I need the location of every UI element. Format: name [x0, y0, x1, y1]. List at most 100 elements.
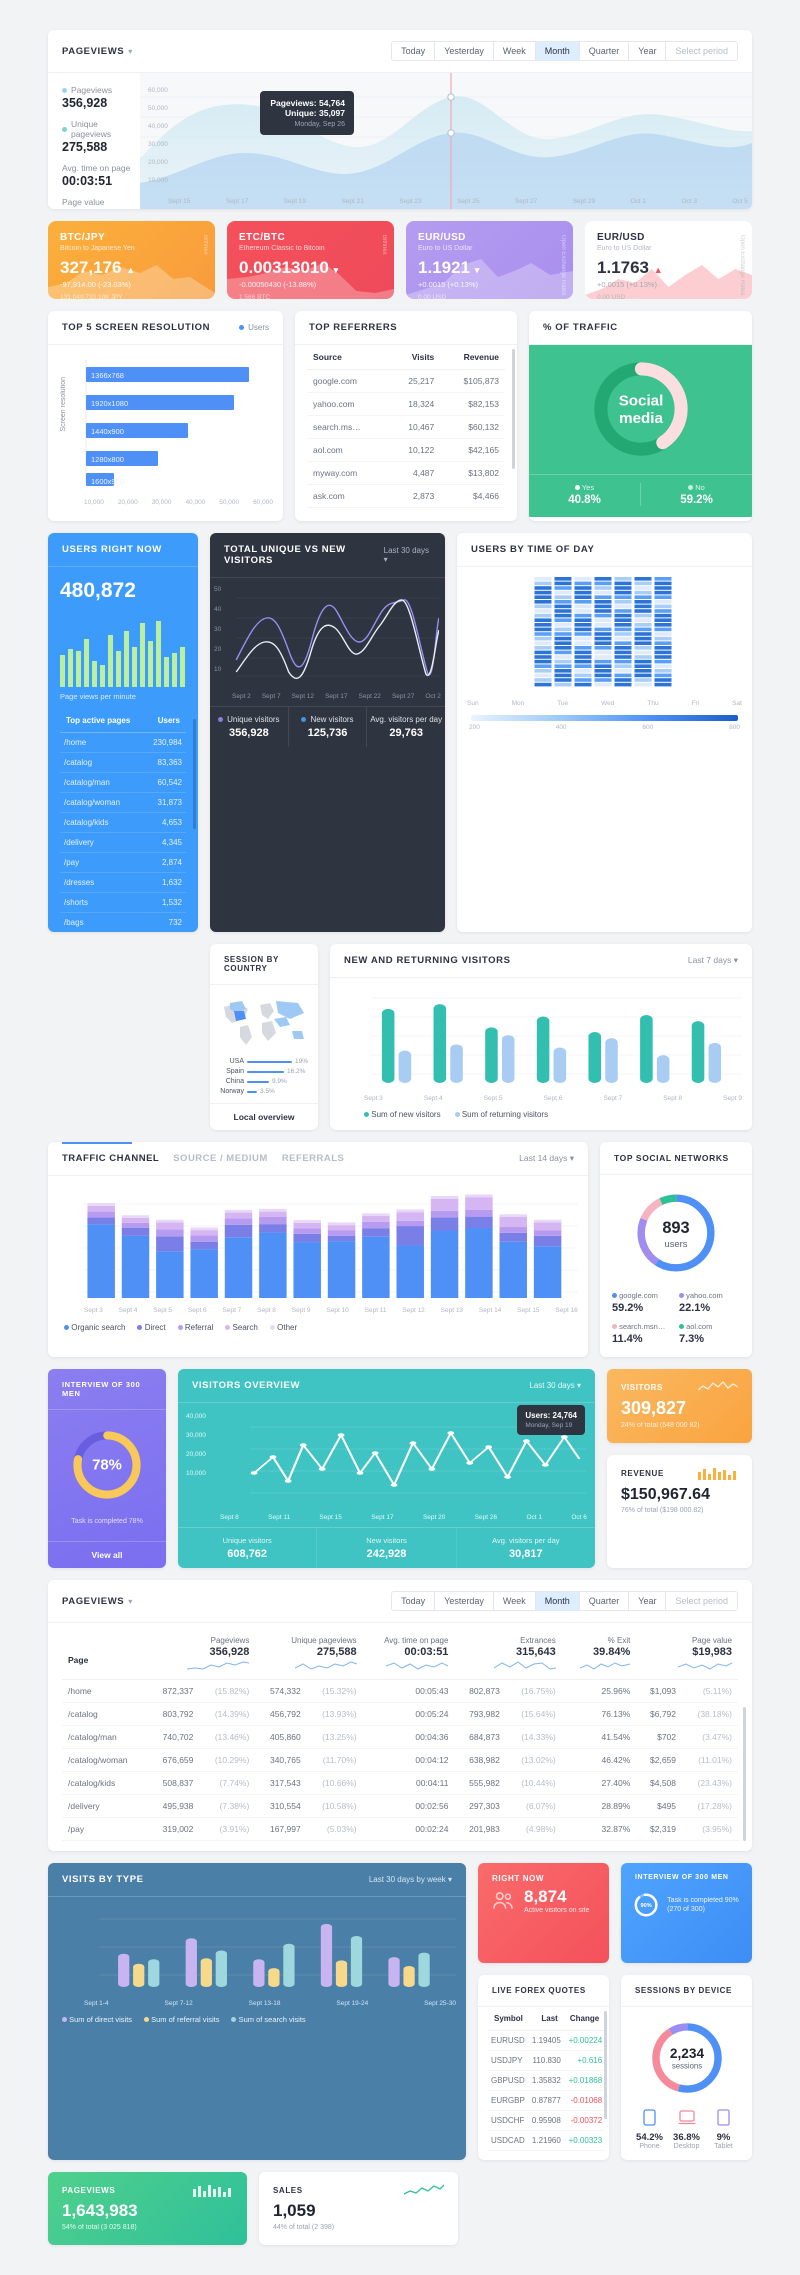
users-icon	[493, 1891, 513, 1909]
visitors-x-axis: Sept 8 Sept 11 Sept 15 Sept 17 Sept 20 S…	[220, 1514, 587, 1521]
range-today[interactable]: Today	[392, 1592, 436, 1610]
forex-sub: Euro to US Dollar	[418, 245, 473, 252]
pv-range-selector[interactable]: Today Yesterday Week Month Quarter Year …	[391, 1591, 738, 1611]
range-quarter[interactable]: Quarter	[579, 1592, 630, 1610]
range-week[interactable]: Week	[493, 42, 536, 60]
hero-y-axis: 60,000 50,000 40,000 30,000 20,000 10,00…	[148, 87, 168, 184]
table-row[interactable]: USDJPY 110.830 +0.616	[488, 2050, 606, 2071]
range-dropdown[interactable]: Last 7 days ▾	[688, 955, 738, 966]
forex-card-btc-jpy[interactable]: BTC/JPY Bitcoin to Japanese Yen 327,176 …	[48, 221, 215, 299]
legend-no: No 59.2%	[680, 483, 713, 506]
svg-text:1600x900: 1600x900	[91, 477, 124, 486]
forex-card-etc-btc[interactable]: ETC/BTC Ethereum Classic to Bitcoin 0.00…	[227, 221, 394, 299]
scrollbar-thumb[interactable]	[193, 719, 196, 829]
active-pages-wrap[interactable]: Top active pages Users /home 230,984 /cat…	[48, 701, 198, 932]
list-item[interactable]: /pay 2,874	[60, 852, 186, 873]
range-today[interactable]: Today	[392, 42, 436, 60]
live-forex-card: LIVE FOREX QUOTES Symbol Last Change EUR…	[478, 1975, 609, 2160]
users-now-sparkbars	[60, 621, 185, 687]
list-item[interactable]: /catalog 83,363	[60, 752, 186, 773]
svg-text:media: media	[619, 410, 663, 427]
hero-area-chart[interactable]: 60,000 50,000 40,000 30,000 20,000 10,00…	[140, 73, 752, 209]
world-map-wrap: USA 19% Spain 16.2% China 9.9% Norway 3.…	[210, 985, 318, 1103]
table-row[interactable]: GBPUSD 1.35832 +0.01868	[488, 2070, 606, 2091]
forex-table-wrap[interactable]: Symbol Last Change EURUSD 1.19405 +0.00224…	[478, 2007, 609, 2151]
local-overview-link[interactable]: Local overview	[210, 1103, 318, 1130]
list-item[interactable]: /catalog/woman 31,873	[60, 792, 186, 813]
table-row[interactable]: google.com 25,217 $105,873	[307, 369, 505, 393]
select-period-input[interactable]: Select period	[666, 42, 737, 60]
table-row[interactable]: yahoo.com 18,324 $82,153	[307, 392, 505, 416]
table-row[interactable]: ask.com 2,873 $4,466	[307, 484, 505, 508]
svg-text:1280x800: 1280x800	[91, 455, 124, 464]
tab-source-medium[interactable]: SOURCE / MEDIUM	[173, 1153, 268, 1164]
list-item[interactable]: /delivery 4,345	[60, 832, 186, 853]
kpi-caption: 44% of total (2 398)	[273, 2224, 335, 2231]
range-dropdown[interactable]: Last 14 days ▾	[519, 1153, 574, 1164]
screen-resolution-card: TOP 5 SCREEN RESOLUTION Users Screen res…	[48, 311, 283, 521]
table-row[interactable]: /catalog/kids 508,837 (7.74%) 317,543 (10.66…	[62, 1771, 738, 1795]
table-row[interactable]: myway.com 4,487 $13,802	[307, 461, 505, 485]
country-row: Norway 3.5%	[220, 1088, 275, 1095]
table-row[interactable]: search.ms… 10,467 $60,132	[307, 415, 505, 439]
table-row[interactable]: /delivery 495,938 (7.38%) 310,554 (10.58%) 00…	[62, 1794, 738, 1818]
scrollbar-thumb[interactable]	[604, 2011, 607, 2119]
range-dropdown[interactable]: Last 30 days ▾	[529, 1381, 581, 1390]
list-item[interactable]: /shorts 1,532	[60, 892, 186, 913]
list-item[interactable]: /catalog/kids 4,653	[60, 812, 186, 833]
range-yesterday[interactable]: Yesterday	[435, 1592, 494, 1610]
range-dropdown[interactable]: Last 30 days ▾	[384, 546, 431, 564]
table-row[interactable]: USDCAD 1.21960 +0.00323	[488, 2130, 606, 2151]
legend-dot-icon	[218, 717, 224, 722]
list-item[interactable]: /dresses 1,632	[60, 872, 186, 893]
stat-avg-time: Avg. time on page 00:03:51	[62, 163, 131, 188]
scrollbar-thumb[interactable]	[512, 349, 515, 469]
range-year[interactable]: Year	[629, 42, 667, 60]
range-month[interactable]: Month	[535, 42, 580, 60]
hero-range-selector[interactable]: Today Yesterday Week Month Quarter Year …	[391, 41, 738, 61]
page-title: PAGEVIEWS	[62, 45, 125, 57]
table-row[interactable]: /home 872,337 (15.82%) 574,332 (15.32%) 00:05…	[62, 1679, 738, 1703]
legend-dot-icon	[269, 1325, 275, 1330]
select-period-input[interactable]: Select period	[666, 1592, 737, 1610]
table-row[interactable]: /catalog/woman 676,659 (10.29%) 340,765 (11.…	[62, 1748, 738, 1772]
forex-card-eur-usd-purple[interactable]: EUR/USD Euro to US Dollar 1.1921 ▾ +0.00…	[406, 221, 573, 299]
view-all-button[interactable]: View all	[48, 1541, 166, 1568]
list-item[interactable]: /home 230,984	[60, 732, 186, 753]
tab-referrals[interactable]: REFERRALS	[282, 1153, 345, 1164]
range-year[interactable]: Year	[629, 1592, 667, 1610]
tab-traffic-channel[interactable]: TRAFFIC CHANNEL	[62, 1153, 159, 1164]
forex-card-eur-usd-light[interactable]: EUR/USD Euro to US Dollar 1.1763 ▲ +0.00…	[585, 221, 752, 299]
table-row[interactable]: /pay 319,002 (3.91%) 167,997 (5.03%) 00:02:24…	[62, 1817, 738, 1841]
table-header-row: Page Pageviews 356,928 Unique pageviews 27…	[62, 1629, 738, 1680]
list-item[interactable]: /bags 732	[60, 913, 186, 933]
table-row[interactable]: /catalog/man 740,702 (13.46%) 405,860 (13.25…	[62, 1725, 738, 1749]
range-dropdown[interactable]: Last 30 days by week ▾	[369, 1875, 452, 1884]
scrollbar-thumb[interactable]	[743, 1707, 746, 1841]
svg-text:1440x900: 1440x900	[91, 427, 124, 436]
legend-dot-icon	[574, 485, 580, 490]
hero-title-group[interactable]: PAGEVIEWS ▾	[62, 46, 132, 57]
sales-kpi-body: 1,059 44% of total (2 398)	[259, 2199, 458, 2245]
list-item[interactable]: /catalog/man 60,542	[60, 772, 186, 793]
hero-legend: Pageviews 356,928 Unique pageviews 275,5…	[48, 73, 140, 209]
visits-legend: Sum of direct visits Sum of referral vis…	[58, 2007, 456, 2034]
table-row[interactable]: USDCHF 0.95908 -0.00372	[488, 2110, 606, 2131]
kpi-caption: 24% of total (548 000 82)	[621, 1422, 700, 1429]
referrers-table-wrap[interactable]: Source Visits Revenue google.com 25,217 $1…	[295, 345, 517, 508]
pv-title-group[interactable]: PAGEVIEWS ▾	[62, 1596, 132, 1607]
range-yesterday[interactable]: Yesterday	[435, 42, 494, 60]
visits-x-axis: Sept 1-4 Sept 7-12 Sept 13-18 Sept 19-24…	[84, 2000, 456, 2007]
table-row[interactable]: /catalog 803,792 (14.39%) 456,792 (13.93%) 00…	[62, 1702, 738, 1726]
interview-300-card: INTERVIEW OF 300 MEN 78% Task is complet…	[48, 1369, 166, 1568]
range-month[interactable]: Month	[535, 1592, 580, 1610]
range-week[interactable]: Week	[493, 1592, 536, 1610]
legend-dot-icon	[688, 485, 694, 490]
range-quarter[interactable]: Quarter	[579, 42, 630, 60]
table-row[interactable]: EURUSD 1.19405 +0.00224	[488, 2030, 606, 2051]
forex-sub: Bitcoin to Japanese Yen	[60, 245, 135, 252]
table-row[interactable]: aol.com 10,122 $42,165	[307, 438, 505, 462]
sparkline-icon	[404, 2184, 444, 2195]
table-row[interactable]: EURGBP 0.87877 -0.01068	[488, 2090, 606, 2111]
traffic-legend: Yes 40.8% No 59.2%	[529, 474, 752, 506]
